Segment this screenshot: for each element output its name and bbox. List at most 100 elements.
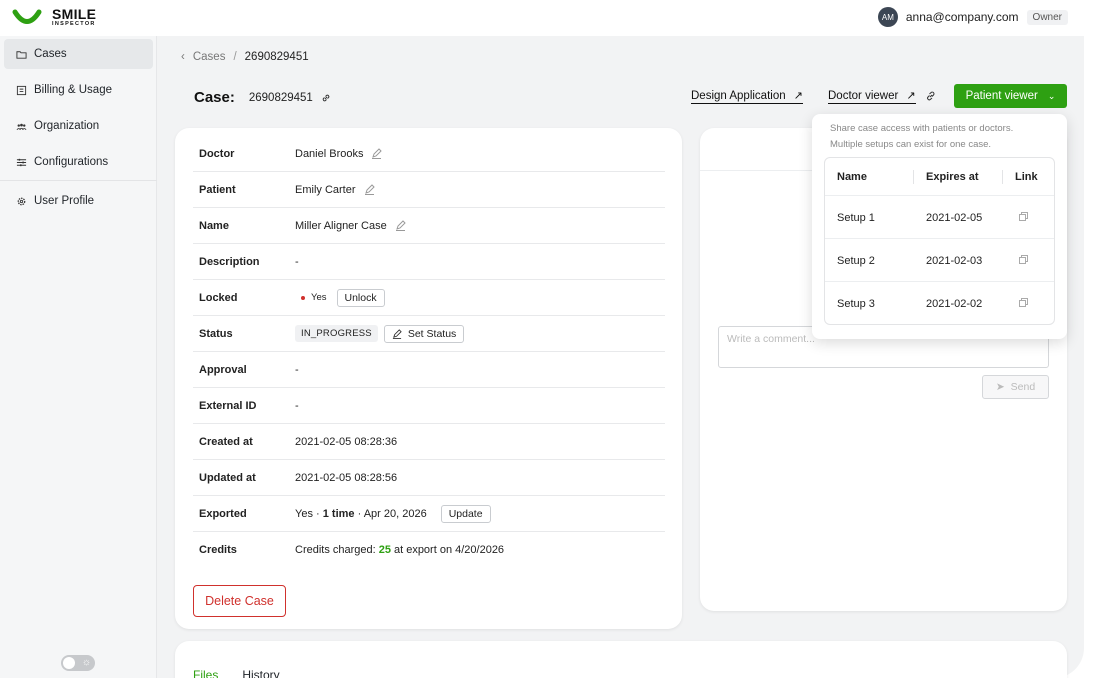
edit-pencil-icon [392, 328, 402, 339]
smile-logo-icon [12, 9, 42, 25]
billing-icon [16, 85, 27, 95]
detail-label: Exported [199, 507, 247, 520]
sidebar-item-cases[interactable]: Cases [4, 39, 153, 69]
breadcrumb-current: 2690829451 [244, 51, 309, 63]
setup-expires: 2021-02-05 [926, 211, 983, 224]
patient-viewer-button[interactable]: Patient viewer ⌄ [954, 84, 1067, 108]
column-separator [1002, 170, 1003, 184]
copy-icon[interactable] [1019, 298, 1028, 307]
detail-row-exported: Exported Yes · 1 time · Apr 20, 2026 Upd… [193, 496, 665, 532]
detail-row-external-id: External ID - [193, 388, 665, 424]
sidebar-item-billing[interactable]: Billing & Usage [4, 75, 153, 105]
detail-label: Status [199, 327, 233, 340]
user-email: anna@company.com [905, 10, 1019, 24]
detail-row-doctor: Doctor Daniel Brooks [193, 136, 665, 172]
detail-row-credits: Credits Credits charged: 25 at export on… [193, 532, 665, 568]
update-button[interactable]: Update [440, 504, 491, 523]
sidebar-item-user-profile[interactable]: User Profile [4, 186, 153, 216]
description-value: - [295, 255, 299, 268]
column-header-link: Link [1015, 170, 1038, 183]
design-application-link[interactable]: Design Application ↗ [691, 89, 803, 104]
table-row[interactable]: Setup 1 2021-02-05 [825, 197, 1054, 239]
external-id-value: - [295, 399, 299, 412]
exported-prefix: Yes · [295, 507, 323, 520]
setup-name: Setup 3 [837, 298, 875, 310]
page-title: Case: 2690829451 [194, 89, 331, 106]
case-details-card: Doctor Daniel Brooks Patient Emily Carte… [175, 128, 682, 629]
doctor-link-icon[interactable] [925, 90, 937, 102]
tab-files[interactable]: Files [193, 668, 218, 678]
brand-subtitle: INSPECTOR [52, 21, 96, 27]
setup-expires: 2021-02-03 [926, 254, 983, 267]
copy-link-icon[interactable] [321, 93, 331, 103]
popover-desc-line1: Share case access with patients or docto… [830, 123, 1014, 134]
folder-icon [16, 50, 27, 59]
table-row[interactable]: Setup 3 2021-02-02 [825, 283, 1054, 325]
external-arrow-icon: ↗ [906, 90, 916, 102]
doctor-viewer-link[interactable]: Doctor viewer ↗ [828, 89, 916, 104]
column-header-expires: Expires at [926, 170, 979, 183]
table-header: Name Expires at Link [825, 158, 1054, 196]
patient-viewer-popover: Share case access with patients or docto… [812, 114, 1067, 339]
user-menu[interactable]: AM anna@company.com Owner [877, 7, 1068, 27]
sidebar-item-configurations[interactable]: Configurations [4, 147, 153, 177]
sidebar-divider [0, 180, 157, 181]
back-chevron-icon[interactable]: ‹ [181, 51, 185, 63]
updated-at-value: 2021-02-05 08:28:56 [295, 471, 398, 484]
external-arrow-icon: ↗ [793, 90, 803, 102]
detail-row-description: Description - [193, 244, 665, 280]
detail-row-approval: Approval - [193, 352, 665, 388]
set-status-button[interactable]: Set Status [383, 324, 465, 343]
detail-label: Patient [199, 183, 236, 196]
approval-value: - [295, 363, 299, 376]
sun-icon: ☼ [81, 657, 91, 668]
detail-row-name: Name Miller Aligner Case [193, 208, 665, 244]
status-badge: IN_PROGRESS [295, 325, 378, 342]
breadcrumb-cases[interactable]: Cases [193, 51, 226, 63]
files-history-card: Files History [175, 641, 1067, 678]
column-header-name: Name [837, 170, 867, 183]
copy-icon[interactable] [1019, 211, 1028, 221]
table-row[interactable]: Setup 2 2021-02-03 [825, 240, 1054, 282]
brand-name: SMILE [52, 6, 97, 22]
role-badge: Owner [1026, 9, 1068, 25]
sidebar-item-label: Cases [34, 48, 67, 60]
send-icon: ➤ [995, 381, 1005, 393]
tab-history[interactable]: History [242, 668, 279, 678]
case-number: 2690829451 [248, 91, 313, 104]
detail-row-locked: Locked Yes Unlock [193, 280, 665, 316]
copy-icon[interactable] [1019, 254, 1028, 264]
edit-pencil-icon[interactable] [364, 184, 375, 195]
doctor-value: Daniel Brooks [295, 147, 364, 160]
breadcrumb: ‹ Cases / 2690829451 [181, 51, 309, 63]
top-bar: SMILE INSPECTOR AM anna@company.com Owne… [0, 0, 1094, 36]
setup-name: Setup 2 [837, 254, 875, 267]
theme-toggle[interactable]: ☼ [61, 655, 95, 671]
design-application-label: Design Application [691, 89, 786, 102]
edit-pencil-icon[interactable] [395, 220, 406, 231]
popover-desc-line2: Multiple setups can exist for one case. [830, 139, 992, 150]
sidebar-item-organization[interactable]: Organization [4, 111, 153, 141]
chevron-down-icon: ⌄ [1047, 90, 1056, 101]
avatar[interactable]: AM [877, 7, 898, 27]
sidebar-item-label: Organization [34, 120, 100, 132]
send-label: Send [1010, 381, 1036, 393]
send-button[interactable]: ➤ Send [982, 375, 1049, 399]
exported-date: · Apr 20, 2026 [354, 507, 427, 520]
locked-value: Yes [311, 292, 327, 303]
unlock-button[interactable]: Unlock [336, 288, 385, 307]
case-label: Case: [194, 89, 235, 106]
exported-count: 1 time [322, 507, 355, 520]
patient-value: Emily Carter [295, 183, 356, 196]
sidebar-item-label: Billing & Usage [34, 84, 112, 96]
edit-pencil-icon[interactable] [371, 148, 383, 159]
logo[interactable]: SMILE INSPECTOR [12, 7, 96, 28]
gear-icon [17, 197, 26, 205]
detail-label: Doctor [199, 147, 235, 160]
toggle-knob [63, 657, 75, 669]
credits-prefix: Credits charged: [295, 544, 376, 556]
tabs: Files History [193, 668, 304, 678]
set-status-label: Set Status [407, 327, 457, 340]
delete-case-button[interactable]: Delete Case [193, 585, 286, 617]
column-separator [913, 170, 914, 184]
